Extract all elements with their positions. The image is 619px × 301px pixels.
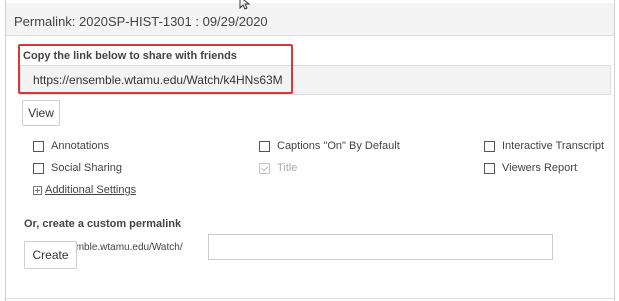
annotations-checkbox[interactable] <box>33 140 44 152</box>
annotations-label: Annotations <box>51 140 110 152</box>
custom-permalink-input[interactable] <box>208 234 553 260</box>
expand-plus-icon[interactable] <box>33 185 42 195</box>
create-button[interactable]: Create <box>24 241 77 269</box>
interactive-transcript-label: Interactive Transcript <box>502 140 605 152</box>
interactive-transcript-option[interactable]: Interactive Transcript <box>484 140 604 152</box>
custom-permalink-label: Or, create a custom permalink <box>24 218 182 230</box>
additional-settings-label[interactable]: Additional Settings <box>45 184 136 196</box>
panel-header: Permalink: 2020SP-HIST-1301 : 09/29/2020 <box>6 3 614 36</box>
interactive-transcript-checkbox[interactable] <box>484 140 495 152</box>
page-title: Permalink: 2020SP-HIST-1301 : 09/29/2020 <box>14 14 268 29</box>
additional-settings-link[interactable]: Additional Settings <box>33 184 136 196</box>
view-button[interactable]: View <box>22 100 60 126</box>
title-label: Title <box>277 162 298 174</box>
title-option: Title <box>259 162 297 174</box>
social-sharing-label: Social Sharing <box>51 162 122 174</box>
viewers-report-checkbox[interactable] <box>484 162 495 174</box>
mouse-cursor-icon <box>239 0 251 10</box>
captions-option[interactable]: Captions "On" By Default <box>259 140 400 152</box>
divider <box>6 298 614 299</box>
viewers-report-option[interactable]: Viewers Report <box>484 162 577 174</box>
social-sharing-option[interactable]: Social Sharing <box>33 162 122 174</box>
viewers-report-label: Viewers Report <box>502 162 577 174</box>
captions-checkbox[interactable] <box>259 140 270 152</box>
social-sharing-checkbox[interactable] <box>33 162 44 174</box>
title-checkbox <box>259 162 270 174</box>
annotations-option[interactable]: Annotations <box>33 140 109 152</box>
captions-label: Captions "On" By Default <box>277 140 400 152</box>
annotation-highlight-box <box>18 44 293 94</box>
